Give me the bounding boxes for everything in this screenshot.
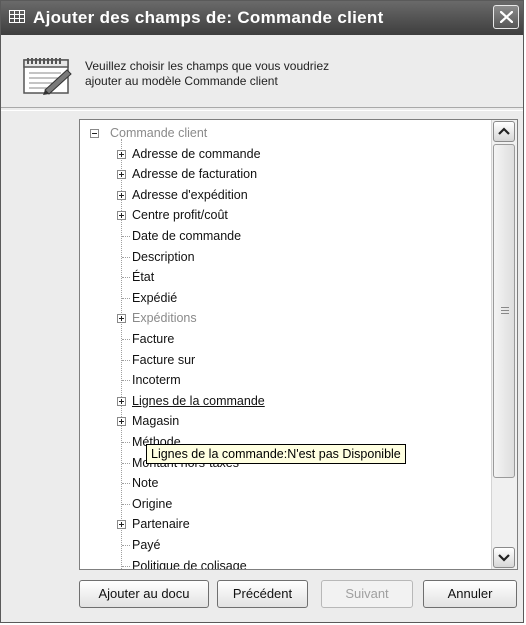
tree-item-label: Origine — [132, 496, 173, 511]
expand-icon[interactable] — [117, 190, 126, 200]
grip-icon — [501, 307, 509, 314]
expand-icon[interactable] — [117, 396, 126, 406]
tree-item-label: Lignes de la commande — [132, 393, 265, 408]
tree-item-label: Magasin — [132, 414, 180, 429]
tree-item-label: Date de commande — [132, 228, 242, 243]
tree-branch-line — [122, 338, 130, 340]
tree-item-label: Adresse de commande — [132, 146, 261, 161]
scrollbar-thumb[interactable] — [493, 144, 515, 478]
previous-button[interactable]: Précédent — [217, 580, 308, 608]
tree-branch-line — [122, 297, 130, 299]
tree-branch-line — [122, 565, 130, 567]
cancel-button[interactable]: Annuler — [423, 580, 517, 608]
field-tree[interactable]: Commande client Adresse de commande Adres… — [79, 119, 518, 570]
close-button[interactable] — [493, 5, 519, 29]
scroll-up-button[interactable] — [493, 121, 515, 142]
tree-branch-line — [122, 380, 130, 382]
add-to-document-button[interactable]: Ajouter au docu — [79, 580, 209, 608]
tree-item-label: Note — [132, 476, 159, 491]
window-title: Ajouter des champs de: Commande client — [33, 8, 384, 27]
chevron-down-icon — [498, 554, 510, 562]
tree-branch-line — [122, 503, 130, 505]
tree-branch-line — [122, 462, 130, 464]
tree-branch-line — [122, 483, 130, 485]
tree-item-label: État — [132, 270, 155, 285]
next-button[interactable]: Suivant — [321, 580, 413, 608]
tree-branch-line — [122, 441, 130, 443]
tree-item-label: Expédié — [132, 290, 178, 305]
tree-branch-line — [122, 359, 130, 361]
expand-icon[interactable] — [117, 417, 126, 427]
tree-branch-line — [122, 235, 130, 237]
tree-item-label: Partenaire — [132, 517, 190, 532]
header-line-1: Veuillez choisir les champs que vous vou… — [85, 59, 330, 73]
tree-branch-line — [122, 256, 130, 258]
tree-item-label: Payé — [132, 537, 161, 552]
tree-item-label: Incoterm — [132, 373, 181, 388]
expand-icon[interactable] — [117, 520, 126, 530]
expand-icon[interactable] — [117, 314, 126, 324]
vertical-scrollbar[interactable] — [491, 120, 517, 569]
expand-icon[interactable] — [117, 149, 126, 159]
header-separator — [1, 107, 523, 111]
tree-item-label: Politique de colisage — [132, 558, 247, 570]
tree-branch-line — [122, 544, 130, 546]
notepad-pencil-icon — [23, 58, 72, 95]
tree-item-label: Facture sur — [132, 352, 196, 367]
tree-item-label: Description — [132, 249, 195, 264]
chevron-up-icon — [498, 127, 510, 135]
tree-branch-line — [122, 277, 130, 279]
close-icon — [500, 11, 513, 23]
tree-item-label: Adresse de facturation — [132, 167, 258, 182]
dialog-window: Ajouter des champs de: Commande client V… — [0, 0, 524, 623]
tree-content: Commande client Adresse de commande Adres… — [80, 120, 491, 569]
expand-icon[interactable] — [117, 211, 126, 221]
expand-icon[interactable] — [117, 170, 126, 180]
tree-item-label: Centre profit/coût — [132, 208, 228, 223]
header-instructions: Veuillez choisir les champs que vous vou… — [85, 59, 385, 89]
tooltip: Lignes de la commande:N'est pas Disponib… — [146, 444, 406, 464]
tree-root-label: Commande client — [110, 126, 208, 140]
title-bar[interactable]: Ajouter des champs de: Commande client — [1, 1, 523, 35]
tree-item-label: Facture — [132, 331, 175, 346]
header-line-2: ajouter au modèle Commande client — [85, 74, 278, 88]
collapse-icon[interactable] — [90, 129, 99, 138]
grid-icon — [9, 10, 25, 23]
tree-item-label: Adresse d'expédition — [132, 187, 248, 202]
scroll-down-button[interactable] — [493, 547, 515, 568]
tree-item-label: Expéditions — [132, 311, 197, 326]
